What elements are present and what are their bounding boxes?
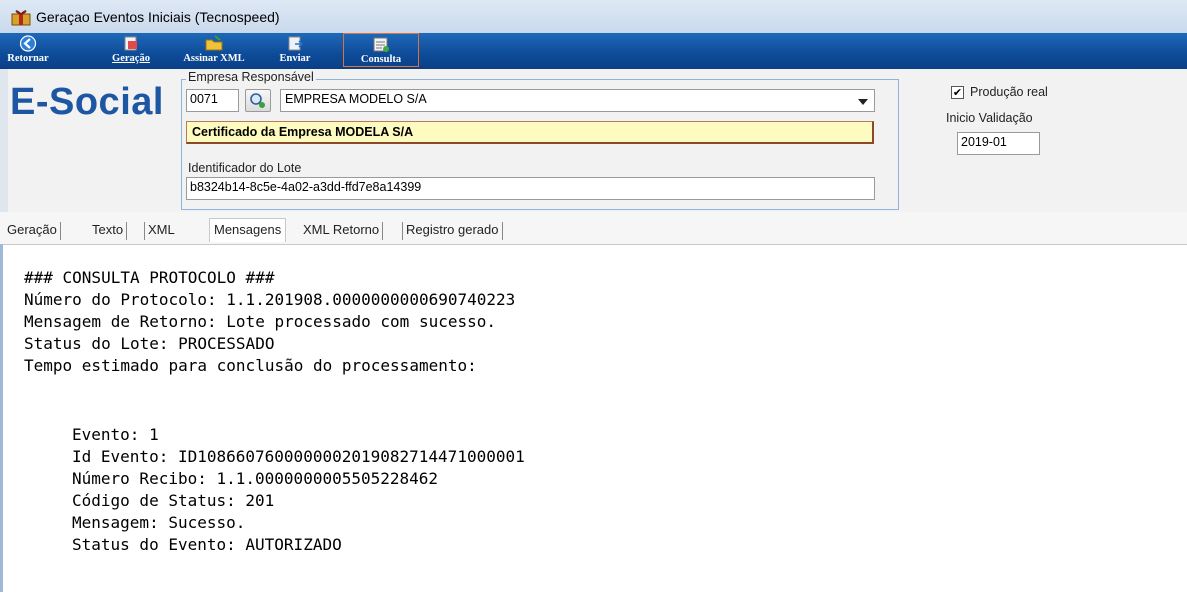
window-edge bbox=[0, 244, 3, 592]
gift-icon bbox=[11, 10, 31, 26]
company-code-field[interactable]: 0071 bbox=[186, 89, 239, 112]
tab-strip: Geração Texto XML Mensagens XML Retorno … bbox=[0, 212, 1187, 244]
consulta-label: Consulta bbox=[360, 54, 402, 65]
enviar-label: Enviar bbox=[279, 53, 311, 64]
window-title: Geraçao Eventos Iniciais (Tecnospeed) bbox=[36, 9, 280, 25]
chevron-down-icon bbox=[858, 99, 868, 105]
geracao-button[interactable]: Geração bbox=[104, 35, 158, 67]
send-icon bbox=[288, 36, 304, 51]
consulta-button[interactable]: Consulta bbox=[343, 33, 419, 67]
tab-texto[interactable]: Texto bbox=[92, 222, 128, 240]
event-line: Status do Evento: AUTORIZADO bbox=[72, 535, 342, 554]
lot-label: Identificador do Lote bbox=[188, 161, 302, 175]
folder-sign-icon bbox=[205, 35, 223, 51]
generate-icon bbox=[124, 36, 137, 51]
back-arrow-icon bbox=[19, 35, 37, 52]
enviar-button[interactable]: Enviar bbox=[272, 35, 318, 67]
company-search-button[interactable] bbox=[245, 89, 271, 112]
assinar-xml-label: Assinar XML bbox=[183, 53, 245, 64]
window-titlebar: Geraçao Eventos Iniciais (Tecnospeed) bbox=[0, 0, 1187, 33]
main-toolbar: Retornar Geração Assinar XML Enviar Cons… bbox=[0, 33, 1187, 69]
message-line: ### CONSULTA PROTOCOLO ### bbox=[24, 268, 275, 287]
checkmark-icon: ✔ bbox=[952, 86, 963, 99]
tab-registro-gerado[interactable]: Registro gerado bbox=[402, 222, 503, 240]
consult-icon bbox=[373, 37, 389, 52]
message-line: Mensagem de Retorno: Lote processado com… bbox=[24, 312, 497, 331]
company-select-value: EMPRESA MODELO S/A bbox=[285, 92, 427, 106]
event-line: Evento: 1 bbox=[72, 425, 159, 444]
production-checkbox[interactable]: ✔ bbox=[951, 86, 964, 99]
empresa-group-title: Empresa Responsável bbox=[186, 70, 316, 84]
left-edge bbox=[0, 69, 8, 212]
tab-mensagens[interactable]: Mensagens bbox=[209, 218, 287, 242]
company-select[interactable]: EMPRESA MODELO S/A bbox=[280, 89, 875, 112]
retornar-button[interactable]: Retornar bbox=[4, 35, 52, 67]
tab-geracao[interactable]: Geração bbox=[7, 222, 61, 240]
tab-xml[interactable]: XML bbox=[144, 222, 175, 240]
message-line: Número do Protocolo: 1.1.201908.00000000… bbox=[24, 290, 516, 309]
event-line: Número Recibo: 1.1.0000000005505228462 bbox=[72, 469, 439, 488]
brand-title: E-Social bbox=[10, 81, 164, 123]
message-line: Tempo estimado para conclusão do process… bbox=[24, 356, 477, 375]
validation-label: Inicio Validação bbox=[946, 111, 1033, 125]
event-line: Mensagem: Sucesso. bbox=[72, 513, 246, 532]
tab-xml-retorno[interactable]: XML Retorno bbox=[303, 222, 384, 240]
retornar-label: Retornar bbox=[7, 53, 49, 64]
messages-panel[interactable]: ### CONSULTA PROTOCOLO ### Número do Pro… bbox=[0, 244, 1187, 593]
lot-id-field[interactable]: b8324b14-8c5e-4a02-a3dd-ffd7e8a14399 bbox=[186, 177, 875, 200]
validation-field[interactable]: 2019-01 bbox=[957, 132, 1040, 155]
message-line: Status do Lote: PROCESSADO bbox=[24, 334, 275, 353]
certificate-field: Certificado da Empresa MODELA S/A bbox=[186, 121, 874, 144]
assinar-xml-button[interactable]: Assinar XML bbox=[175, 35, 253, 67]
search-icon bbox=[250, 93, 265, 108]
header-panel: E-Social Empresa Responsável 0071 EMPRES… bbox=[0, 69, 1187, 213]
production-label: Produção real bbox=[970, 85, 1048, 99]
event-line: Id Evento: ID108660760000000201908271447… bbox=[72, 447, 525, 466]
geracao-label: Geração bbox=[112, 53, 150, 64]
event-line: Código de Status: 201 bbox=[72, 491, 275, 510]
